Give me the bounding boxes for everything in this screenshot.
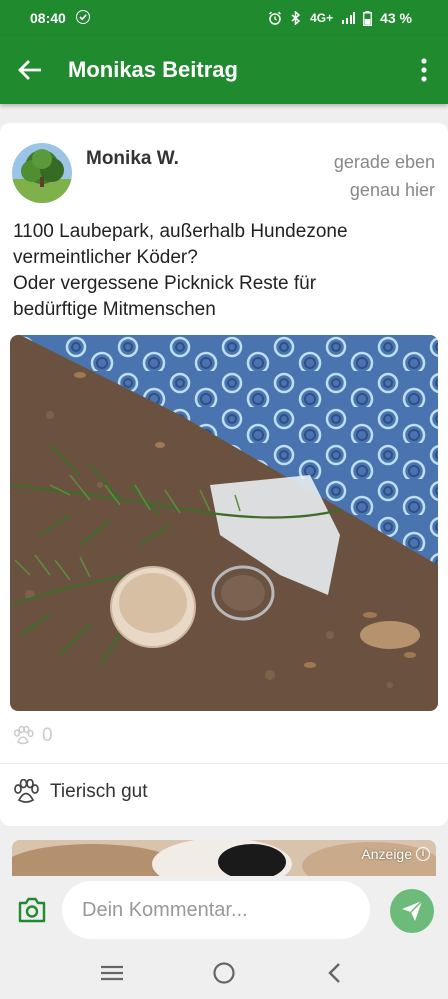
paw-icon [14,779,39,803]
nav-back-icon[interactable] [322,960,350,986]
home-icon[interactable] [210,960,238,986]
divider [0,763,448,764]
camera-icon[interactable] [17,896,47,924]
post-time: gerade eben [333,152,435,172]
bluetooth-icon [291,11,301,25]
comment-input[interactable] [62,881,370,939]
status-bar: 08:40 4G+ 43 % [0,0,448,36]
alarm-icon [269,11,282,25]
post-text-line: Oder vergessene Picknick Reste für [13,273,317,294]
page-title: Monikas Beitrag [68,57,238,82]
post-author[interactable]: Monika W. [86,148,179,170]
battery-percent: 43 % [380,10,412,26]
like-count[interactable]: 0 [12,725,53,747]
post-photo[interactable] [10,335,438,711]
status-time: 08:40 [30,10,66,26]
signal-icon [342,12,356,24]
send-icon [402,900,423,921]
battery-icon [363,10,373,26]
ad-label-text: Anzeige [361,846,412,862]
ad-label[interactable]: Anzeige i [361,846,430,862]
react-label: Tierisch gut [50,781,148,802]
more-vert-icon[interactable] [420,58,428,82]
info-icon[interactable]: i [416,847,430,861]
app-bar: Monikas Beitrag [0,36,448,104]
recent-apps-icon[interactable] [98,960,126,986]
network-type: 4G+ [310,11,334,25]
paw-icon [13,726,34,745]
avatar[interactable] [12,143,72,203]
check-circle-icon [76,10,90,24]
ad-banner[interactable]: Anzeige i [12,840,436,876]
arrow-left-icon[interactable] [16,56,44,84]
react-button[interactable]: Tierisch gut [12,779,148,805]
post-card: Monika W. gerade eben genau hier 1100 La… [0,123,448,826]
comment-composer [0,876,448,948]
post-text: 1100 Laubepark, außerhalb Hundezone verm… [13,219,433,323]
post-text-line: 1100 Laubepark, außerhalb Hundezone [13,221,348,242]
post-location: genau hier [349,180,435,200]
post-text-line: bedürftige Mitmenschen [13,299,216,320]
post-text-line: vermeintlicher Köder? [13,247,198,268]
system-nav-bar [0,948,448,999]
post-meta: gerade eben genau hier [334,148,435,204]
send-button[interactable] [390,889,434,933]
like-count-value: 0 [42,725,53,746]
